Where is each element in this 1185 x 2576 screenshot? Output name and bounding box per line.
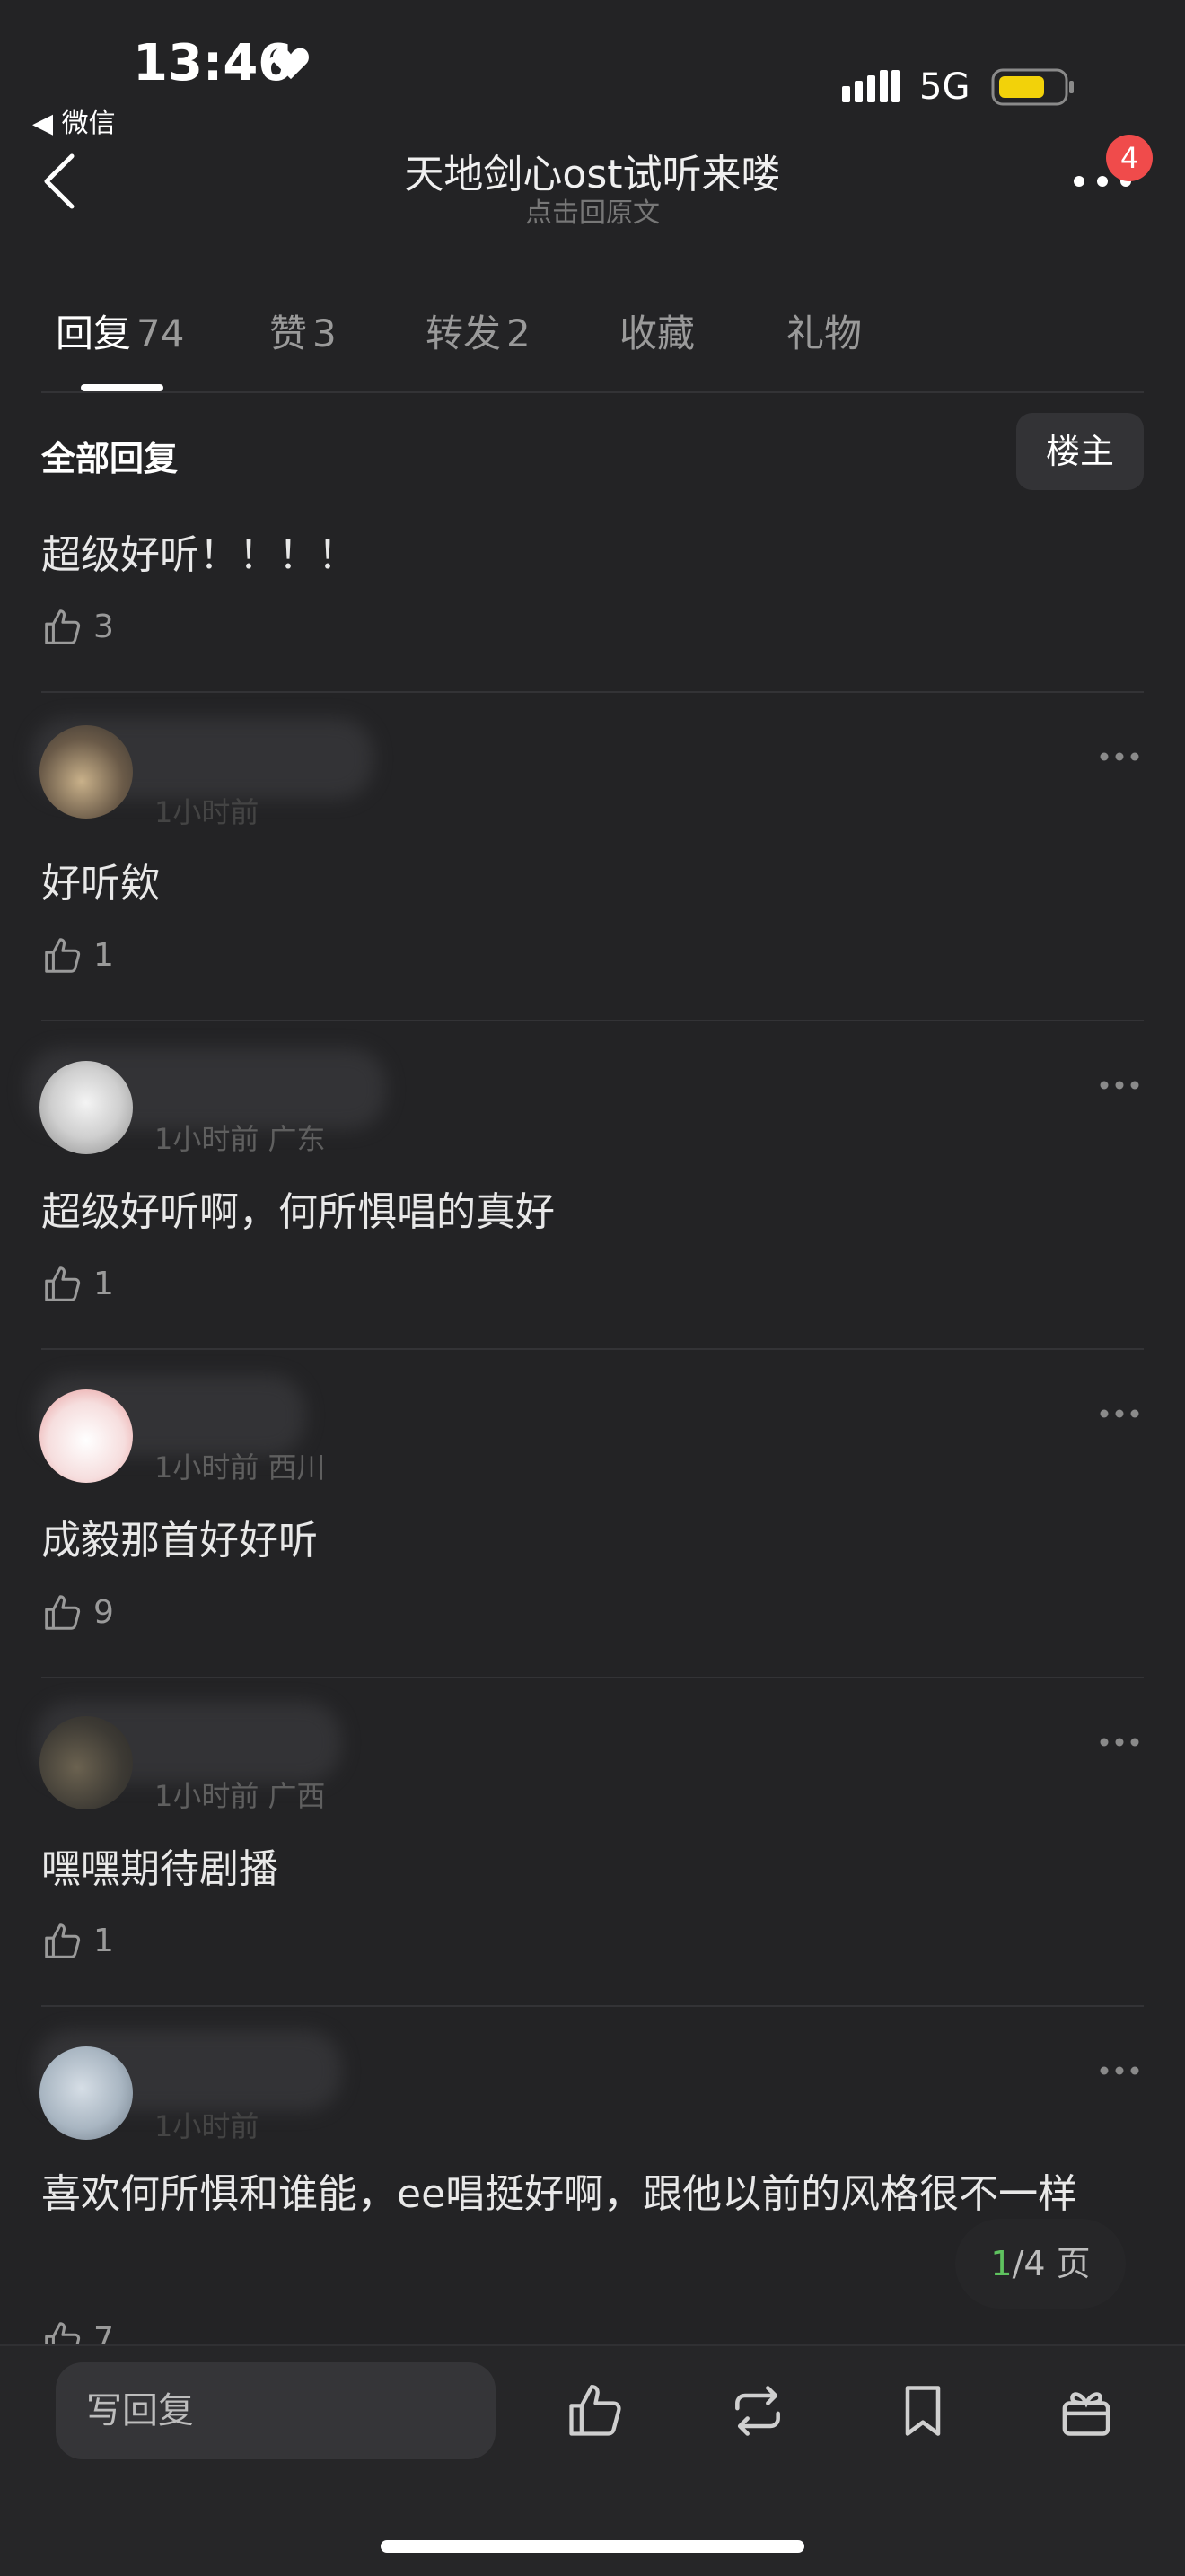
divider: [41, 1020, 1144, 1021]
thumbs-up-icon[interactable]: [41, 935, 83, 977]
more-options-icon[interactable]: [1099, 2064, 1140, 2077]
divider: [41, 1677, 1144, 1678]
tab-likes-label: 赞: [269, 311, 308, 355]
tab-reposts-count: 2: [506, 311, 531, 355]
section-title: 全部回复: [41, 439, 179, 478]
status-time: 13:46: [133, 34, 294, 92]
comment-text: 好听欸: [41, 861, 160, 907]
like-icon[interactable]: [564, 2380, 625, 2441]
page-total: /4 页: [1012, 2244, 1091, 2283]
like-count: 1: [93, 1923, 114, 1959]
battery-icon: [991, 68, 1074, 106]
more-options-icon[interactable]: [1099, 1079, 1140, 1091]
tab-likes-count: 3: [312, 311, 337, 355]
tab-reposts[interactable]: 转发 2: [426, 303, 531, 358]
bookmark-icon[interactable]: [892, 2380, 953, 2441]
comment-meta: 1小时前 西川: [154, 1450, 326, 1485]
divider: [41, 691, 1144, 693]
comment-meta: 1小时前 广西: [154, 1779, 326, 1813]
comment-meta: 1小时前: [154, 795, 259, 829]
active-tab-indicator: [81, 384, 163, 391]
more-options-icon[interactable]: [1099, 750, 1140, 763]
heart-icon: [273, 48, 309, 80]
page-indicator[interactable]: 1/4 页: [955, 2219, 1126, 2309]
comment-text: 嘿嘿期待剧播: [41, 1846, 278, 1892]
divider: [41, 1348, 1144, 1350]
like-count: 3: [93, 609, 114, 645]
like-count: 1: [93, 1266, 114, 1302]
tab-likes[interactable]: 赞3: [269, 303, 337, 358]
notification-badge: 4: [1106, 135, 1153, 181]
thumbs-up-icon[interactable]: [41, 1264, 83, 1305]
thumbs-up-icon[interactable]: [41, 1592, 83, 1634]
back-to-original-link[interactable]: 点击回原文: [0, 190, 1185, 230]
owner-only-button[interactable]: 楼主: [1016, 413, 1144, 490]
divider: [41, 2005, 1144, 2007]
tab-favorites[interactable]: 收藏: [619, 303, 695, 358]
comment-text: 超级好听！！！！: [41, 532, 357, 578]
home-indicator[interactable]: [381, 2540, 804, 2553]
tab-replies-label: 回复: [56, 311, 132, 355]
like-count: 9: [93, 1594, 114, 1631]
avatar[interactable]: [40, 1389, 133, 1483]
avatar[interactable]: [40, 2046, 133, 2140]
page-current: 1: [990, 2244, 1013, 2283]
tab-reposts-label: 转发: [426, 311, 502, 355]
back-to-wechat[interactable]: ◀ 微信: [32, 101, 116, 140]
avatar[interactable]: [40, 725, 133, 819]
divider: [41, 391, 1144, 393]
gift-icon[interactable]: [1056, 2380, 1117, 2441]
thumbs-up-icon[interactable]: [41, 1921, 83, 1962]
tab-replies[interactable]: 回复 74: [56, 303, 184, 358]
repost-icon[interactable]: [727, 2380, 788, 2441]
comment-meta: 1小时前 广东: [154, 1122, 326, 1156]
tab-gifts[interactable]: 礼物: [786, 303, 862, 358]
thumbs-up-icon[interactable]: [41, 607, 83, 648]
comment-text: 成毅那首好好听: [41, 1518, 318, 1564]
comment-meta: 1小时前: [154, 2109, 259, 2143]
comment-text: 超级好听啊，何所惧唱的真好: [41, 1189, 555, 1235]
tab-replies-count: 74: [136, 311, 185, 355]
more-options-icon[interactable]: [1099, 1736, 1140, 1748]
like-count: 1: [93, 937, 114, 974]
network-type: 5G: [919, 66, 970, 108]
avatar[interactable]: [40, 1716, 133, 1809]
signal-icon: [842, 70, 900, 102]
avatar[interactable]: [40, 1061, 133, 1154]
reply-input[interactable]: 写回复: [56, 2362, 496, 2459]
more-options-icon[interactable]: [1099, 1407, 1140, 1420]
